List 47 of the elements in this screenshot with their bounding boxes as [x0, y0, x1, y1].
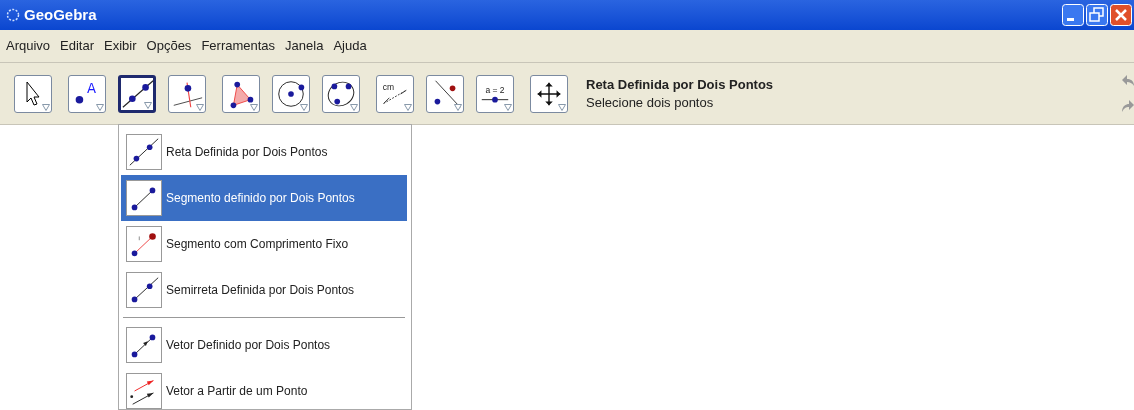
tool-button[interactable]: a = 2 [476, 74, 514, 113]
dropdown-triangle-icon [96, 103, 104, 111]
dropdown-triangle-icon [558, 103, 566, 111]
tool-button[interactable]: A [68, 74, 106, 113]
menu-item[interactable]: Exibir [104, 36, 137, 56]
tool-button[interactable] [530, 74, 568, 113]
tool-hint: Selecione dois pontos [586, 93, 715, 112]
dropdown-item[interactable]: Reta Definida por Dois Pontos [121, 129, 407, 175]
fixed-tool-icon [126, 226, 162, 262]
dropdown-triangle-icon [144, 101, 152, 109]
menu-item[interactable]: Editar [60, 36, 95, 56]
dropdown-triangle-icon [42, 103, 50, 111]
minimize-button[interactable] [1062, 4, 1084, 26]
dropdown-item[interactable]: Vetor Definido por Dois Pontos [121, 322, 407, 368]
tool-button[interactable] [222, 74, 260, 113]
dropdown-item[interactable]: Vetor a Partir de um Ponto [121, 368, 407, 410]
pointer-icon [26, 81, 40, 106]
dropdown-triangle-icon [250, 103, 258, 111]
dropdown-triangle-icon [196, 103, 204, 111]
tool-button[interactable] [118, 74, 156, 113]
line-tool-icon [126, 134, 162, 170]
segment-tool-icon [126, 180, 162, 216]
dropdown-item[interactable]: Semirreta Definida por Dois Pontos [121, 267, 407, 313]
vector-tool-icon [126, 327, 162, 363]
menu-item[interactable]: Opções [146, 36, 192, 56]
close-button[interactable] [1110, 4, 1132, 26]
restore-button[interactable] [1086, 4, 1108, 26]
tool-button[interactable] [168, 74, 206, 113]
tool-name: Reta Definida por Dois Pontos [586, 75, 774, 94]
tool-button[interactable] [426, 74, 464, 113]
dropdown-triangle-icon [300, 103, 308, 111]
menu-item[interactable]: Ajuda [333, 36, 367, 56]
menu-item[interactable]: Janela [285, 36, 324, 56]
tool-button[interactable]: cm [376, 74, 414, 113]
app-icon [6, 8, 20, 22]
tool-button[interactable] [272, 74, 310, 113]
dropdown-triangle-icon [350, 103, 358, 111]
ray-tool-icon [126, 272, 162, 308]
dropdown-triangle-icon [504, 103, 512, 111]
dropdown-item[interactable]: Segmento definido por Dois Pontos [121, 175, 407, 221]
window-title: GeoGebra [24, 4, 97, 25]
menu-item[interactable]: Arquivo [6, 36, 51, 56]
dropdown-item[interactable]: Segmento com Comprimento Fixo [121, 221, 407, 267]
dropdown-triangle-icon [454, 103, 462, 111]
menu-item[interactable]: Ferramentas [201, 36, 276, 56]
tool-button[interactable] [322, 74, 360, 113]
dropdown-triangle-icon [404, 103, 412, 111]
